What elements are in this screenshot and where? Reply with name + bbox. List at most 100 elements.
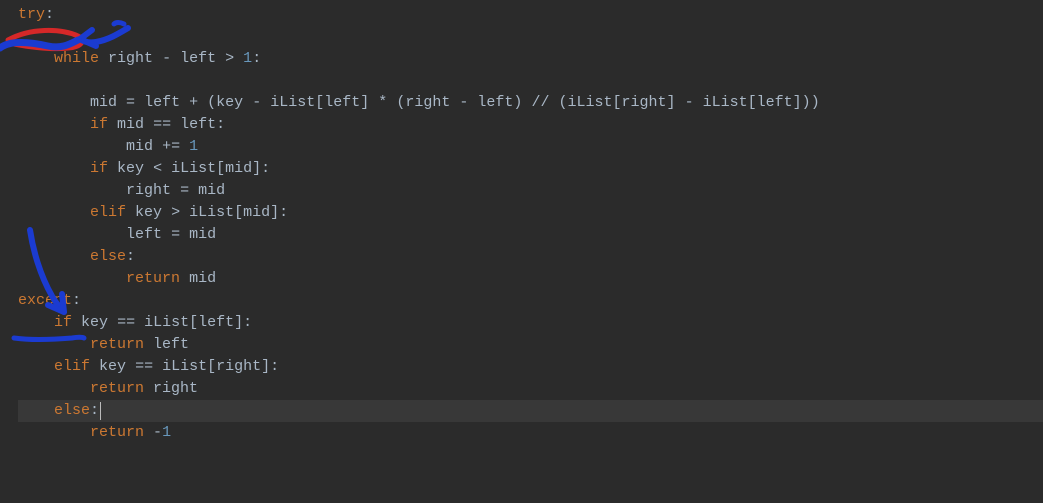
token-kw: elif — [90, 204, 126, 221]
token-id: left — [144, 94, 180, 111]
code-line[interactable]: right = mid — [18, 180, 1043, 202]
line-content: left = mid — [18, 224, 216, 246]
token-kw: if — [54, 314, 72, 331]
token-id: left — [198, 314, 234, 331]
token-id: mid — [225, 160, 252, 177]
token-id: mid — [243, 204, 270, 221]
token-op: = — [171, 226, 180, 243]
token-op: : — [90, 402, 99, 419]
code-line[interactable]: try: — [18, 4, 1043, 26]
token-id: right — [108, 50, 153, 67]
token-id: right — [405, 94, 450, 111]
code-line[interactable]: if key == iList[left]: — [18, 312, 1043, 334]
code-line[interactable]: elif key > iList[mid]: — [18, 202, 1043, 224]
line-content: else: — [18, 246, 135, 268]
token-op: : — [243, 314, 252, 331]
token-id: left — [180, 116, 216, 133]
token-op: : — [126, 248, 135, 265]
token-id: key — [81, 314, 108, 331]
token-op: - — [252, 94, 261, 111]
token-id: iList — [703, 94, 748, 111]
token-kw: try — [18, 6, 45, 23]
token-br: ( — [396, 94, 405, 111]
token-br: ) — [811, 94, 820, 111]
token-op: == — [117, 314, 135, 331]
token-br: ] — [667, 94, 676, 111]
token-op: > — [171, 204, 180, 221]
token-op: : — [45, 6, 54, 23]
token-op: - — [162, 50, 171, 67]
line-content: return mid — [18, 268, 216, 290]
token-id: mid — [117, 116, 144, 133]
token-kw: else — [90, 248, 126, 265]
token-br: [ — [315, 94, 324, 111]
line-content: elif key > iList[mid]: — [18, 202, 288, 224]
token-br: ] — [261, 358, 270, 375]
line-content: return left — [18, 334, 189, 356]
token-kw: while — [54, 50, 99, 67]
token-id: mid — [198, 182, 225, 199]
line-content: except: — [18, 290, 81, 312]
token-br: ) — [802, 94, 811, 111]
line-content: else: — [18, 400, 99, 422]
token-id: iList — [270, 94, 315, 111]
token-br: [ — [748, 94, 757, 111]
token-br: ] — [234, 314, 243, 331]
code-line[interactable] — [18, 70, 1043, 92]
text-cursor — [100, 402, 101, 420]
token-br: [ — [613, 94, 622, 111]
token-br: ] — [360, 94, 369, 111]
line-content: if key < iList[mid]: — [18, 158, 270, 180]
token-op: * — [378, 94, 387, 111]
token-id: iList — [189, 204, 234, 221]
code-line[interactable]: else: — [18, 246, 1043, 268]
token-kw: else — [54, 402, 90, 419]
code-line[interactable]: mid = left + (key - iList[left] * (right… — [18, 92, 1043, 114]
line-content: if mid == left: — [18, 114, 225, 136]
token-op: += — [162, 138, 180, 155]
token-op: : — [252, 50, 261, 67]
code-line[interactable]: if mid == left: — [18, 114, 1043, 136]
token-num: 1 — [162, 424, 171, 441]
code-line[interactable] — [18, 26, 1043, 48]
token-id: key — [99, 358, 126, 375]
token-br: ( — [558, 94, 567, 111]
token-id: mid — [189, 270, 216, 287]
code-line[interactable]: left = mid — [18, 224, 1043, 246]
code-line[interactable]: return -1 — [18, 422, 1043, 444]
token-op: : — [216, 116, 225, 133]
token-id: right — [622, 94, 667, 111]
token-br: ) — [513, 94, 522, 111]
token-op: : — [261, 160, 270, 177]
token-br: ] — [270, 204, 279, 221]
token-op: - — [685, 94, 694, 111]
line-content: if key == iList[left]: — [18, 312, 252, 334]
code-line[interactable]: except: — [18, 290, 1043, 312]
code-line[interactable]: else: — [18, 400, 1043, 422]
code-line[interactable]: while right - left > 1: — [18, 48, 1043, 70]
code-line[interactable]: return left — [18, 334, 1043, 356]
token-br: [ — [216, 160, 225, 177]
token-id: left — [126, 226, 162, 243]
code-line[interactable]: mid += 1 — [18, 136, 1043, 158]
code-line[interactable]: return right — [18, 378, 1043, 400]
line-content: mid = left + (key - iList[left] * (right… — [18, 92, 820, 114]
partial-line — [18, 0, 1043, 4]
token-id: iList — [171, 160, 216, 177]
code-line[interactable]: if key < iList[mid]: — [18, 158, 1043, 180]
token-id: left — [477, 94, 513, 111]
token-op: == — [135, 358, 153, 375]
code-line[interactable]: return mid — [18, 268, 1043, 290]
token-id: left — [324, 94, 360, 111]
token-id: key — [117, 160, 144, 177]
line-content: while right - left > 1: — [18, 48, 261, 70]
token-kw: if — [90, 116, 108, 133]
token-kw: if — [90, 160, 108, 177]
token-br: ] — [252, 160, 261, 177]
code-editor[interactable]: try: while right - left > 1: mid = left … — [0, 0, 1043, 444]
token-id: right — [126, 182, 171, 199]
code-line[interactable]: elif key == iList[right]: — [18, 356, 1043, 378]
token-op: = — [126, 94, 135, 111]
token-id: key — [135, 204, 162, 221]
token-id: mid — [90, 94, 117, 111]
